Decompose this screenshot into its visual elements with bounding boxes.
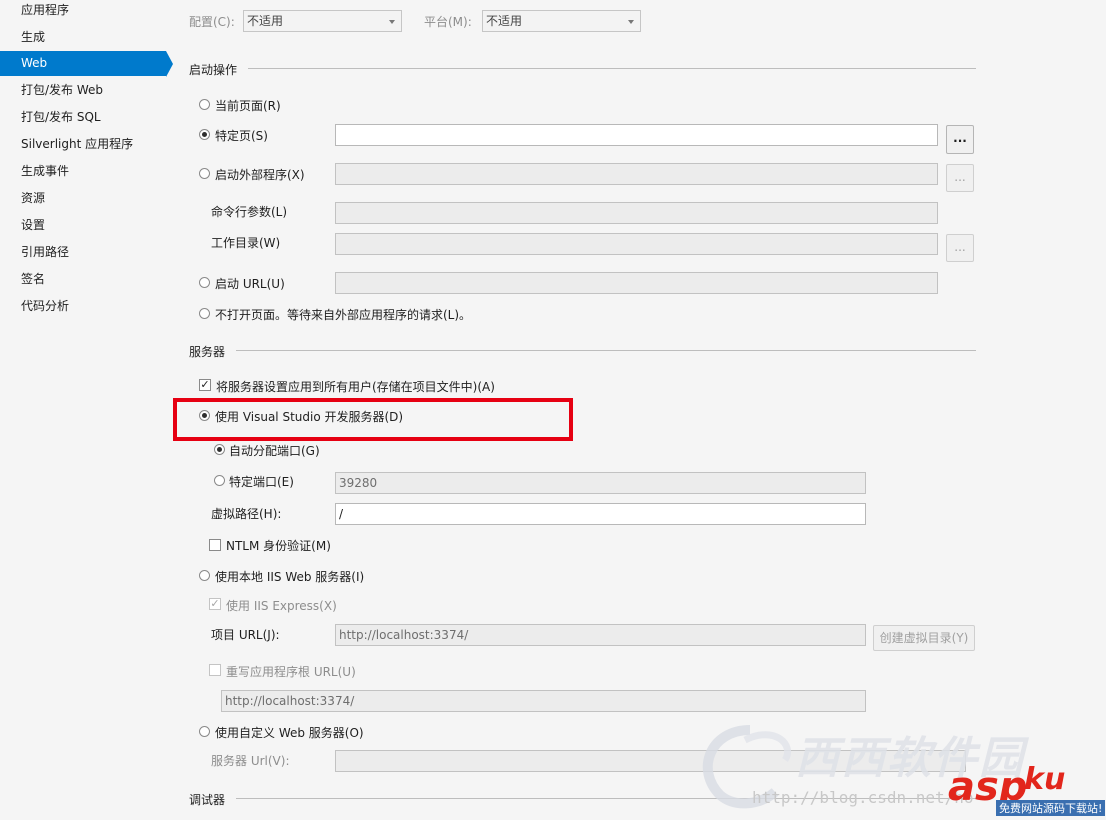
specific-port-label: 特定端口(E) — [229, 475, 294, 489]
sidebar-item-reference-paths[interactable]: 引用路径 — [0, 240, 166, 265]
section-divider — [236, 798, 976, 799]
config-dropdown[interactable]: 不适用 — [243, 10, 402, 32]
specific-page-browse-button[interactable]: ... — [946, 125, 974, 154]
command-args-label: 命令行参数(L) — [211, 205, 288, 219]
sidebar-item-signing[interactable]: 签名 — [0, 267, 166, 292]
custom-server-radio[interactable] — [199, 726, 210, 737]
server-url-label: 服务器 Url(V): — [211, 754, 290, 768]
create-virtual-directory-button[interactable]: 创建虚拟目录(Y) — [873, 625, 975, 651]
vs-dev-server-radio[interactable] — [199, 410, 210, 421]
sidebar-item-application[interactable]: 应用程序 — [0, 0, 166, 23]
working-dir-input[interactable] — [335, 233, 938, 255]
start-url-radio[interactable] — [199, 277, 210, 288]
apply-all-users-checkbox[interactable]: ✓ — [199, 379, 211, 391]
chevron-down-icon — [389, 20, 395, 24]
command-args-input[interactable] — [335, 202, 938, 224]
project-url-input[interactable]: http://localhost:3374/ — [335, 624, 866, 646]
override-root-input[interactable]: http://localhost:3374/ — [221, 690, 866, 712]
sidebar-item-package-web[interactable]: 打包/发布 Web — [0, 78, 166, 103]
iis-express-label: 使用 IIS Express(X) — [226, 599, 337, 613]
local-iis-radio[interactable] — [199, 570, 210, 581]
config-label: 配置(C): — [189, 15, 235, 29]
virtual-path-label: 虚拟路径(H): — [211, 507, 282, 521]
sidebar-item-package-sql[interactable]: 打包/发布 SQL — [0, 105, 166, 130]
section-divider — [236, 350, 976, 351]
sidebar-item-web[interactable]: Web — [0, 51, 166, 76]
dont-open-label: 不打开页面。等待来自外部应用程序的请求(L)。 — [215, 308, 472, 322]
override-root-checkbox[interactable] — [209, 664, 221, 676]
watermark-logo-suffix: ku — [1024, 762, 1066, 797]
virtual-path-input[interactable]: / — [335, 503, 866, 525]
platform-dropdown[interactable]: 不适用 — [482, 10, 641, 32]
local-iis-label: 使用本地 IIS Web 服务器(I) — [215, 570, 365, 584]
start-url-label: 启动 URL(U) — [215, 277, 285, 291]
start-url-input[interactable] — [335, 272, 938, 294]
debugger-title: 调试器 — [189, 793, 226, 807]
watermark-slogan: 免费网站源码下载站! — [996, 800, 1106, 816]
auto-port-radio[interactable] — [214, 444, 225, 455]
ntlm-checkbox[interactable] — [209, 539, 221, 551]
project-url-label: 项目 URL(J): — [211, 628, 280, 642]
server-url-input[interactable] — [335, 750, 966, 772]
active-tab-pointer — [166, 51, 173, 77]
override-root-label: 重写应用程序根 URL(U) — [226, 665, 356, 679]
auto-port-label: 自动分配端口(G) — [229, 444, 320, 458]
specific-port-radio[interactable] — [214, 475, 225, 486]
external-program-radio[interactable] — [199, 168, 210, 179]
apply-all-users-label: 将服务器设置应用到所有用户(存储在项目文件中)(A) — [216, 380, 495, 394]
working-dir-browse-button[interactable]: ... — [946, 234, 974, 262]
sidebar-item-silverlight[interactable]: Silverlight 应用程序 — [0, 132, 166, 157]
sidebar-item-settings[interactable]: 设置 — [0, 213, 166, 238]
specific-page-label: 特定页(S) — [215, 129, 268, 143]
sidebar-item-build[interactable]: 生成 — [0, 25, 166, 50]
external-program-input[interactable] — [335, 163, 938, 185]
external-program-label: 启动外部程序(X) — [215, 168, 305, 182]
platform-value: 不适用 — [486, 14, 523, 28]
current-page-label: 当前页面(R) — [215, 99, 281, 113]
dont-open-radio[interactable] — [199, 308, 210, 319]
sidebar-item-code-analysis[interactable]: 代码分析 — [0, 294, 166, 319]
sidebar-item-resources[interactable]: 资源 — [0, 186, 166, 211]
specific-page-input[interactable] — [335, 124, 938, 146]
custom-server-label: 使用自定义 Web 服务器(O) — [215, 726, 364, 740]
vs-dev-server-label: 使用 Visual Studio 开发服务器(D) — [215, 410, 404, 424]
specific-page-radio[interactable] — [199, 129, 210, 140]
sidebar: 应用程序 生成 Web 打包/发布 Web 打包/发布 SQL Silverli… — [0, 0, 173, 820]
start-action-title: 启动操作 — [189, 63, 238, 77]
ntlm-label: NTLM 身份验证(M) — [226, 539, 331, 553]
servers-title: 服务器 — [189, 345, 226, 359]
platform-label: 平台(M): — [424, 15, 472, 29]
sidebar-item-build-events[interactable]: 生成事件 — [0, 159, 166, 184]
chevron-down-icon — [628, 20, 634, 24]
working-dir-label: 工作目录(W) — [211, 236, 281, 250]
external-program-browse-button[interactable]: ... — [946, 164, 974, 192]
current-page-radio[interactable] — [199, 99, 210, 110]
section-divider — [248, 68, 976, 69]
config-value: 不适用 — [247, 14, 284, 28]
specific-port-input[interactable]: 39280 — [335, 472, 866, 494]
iis-express-checkbox[interactable]: ✓ — [209, 598, 221, 610]
